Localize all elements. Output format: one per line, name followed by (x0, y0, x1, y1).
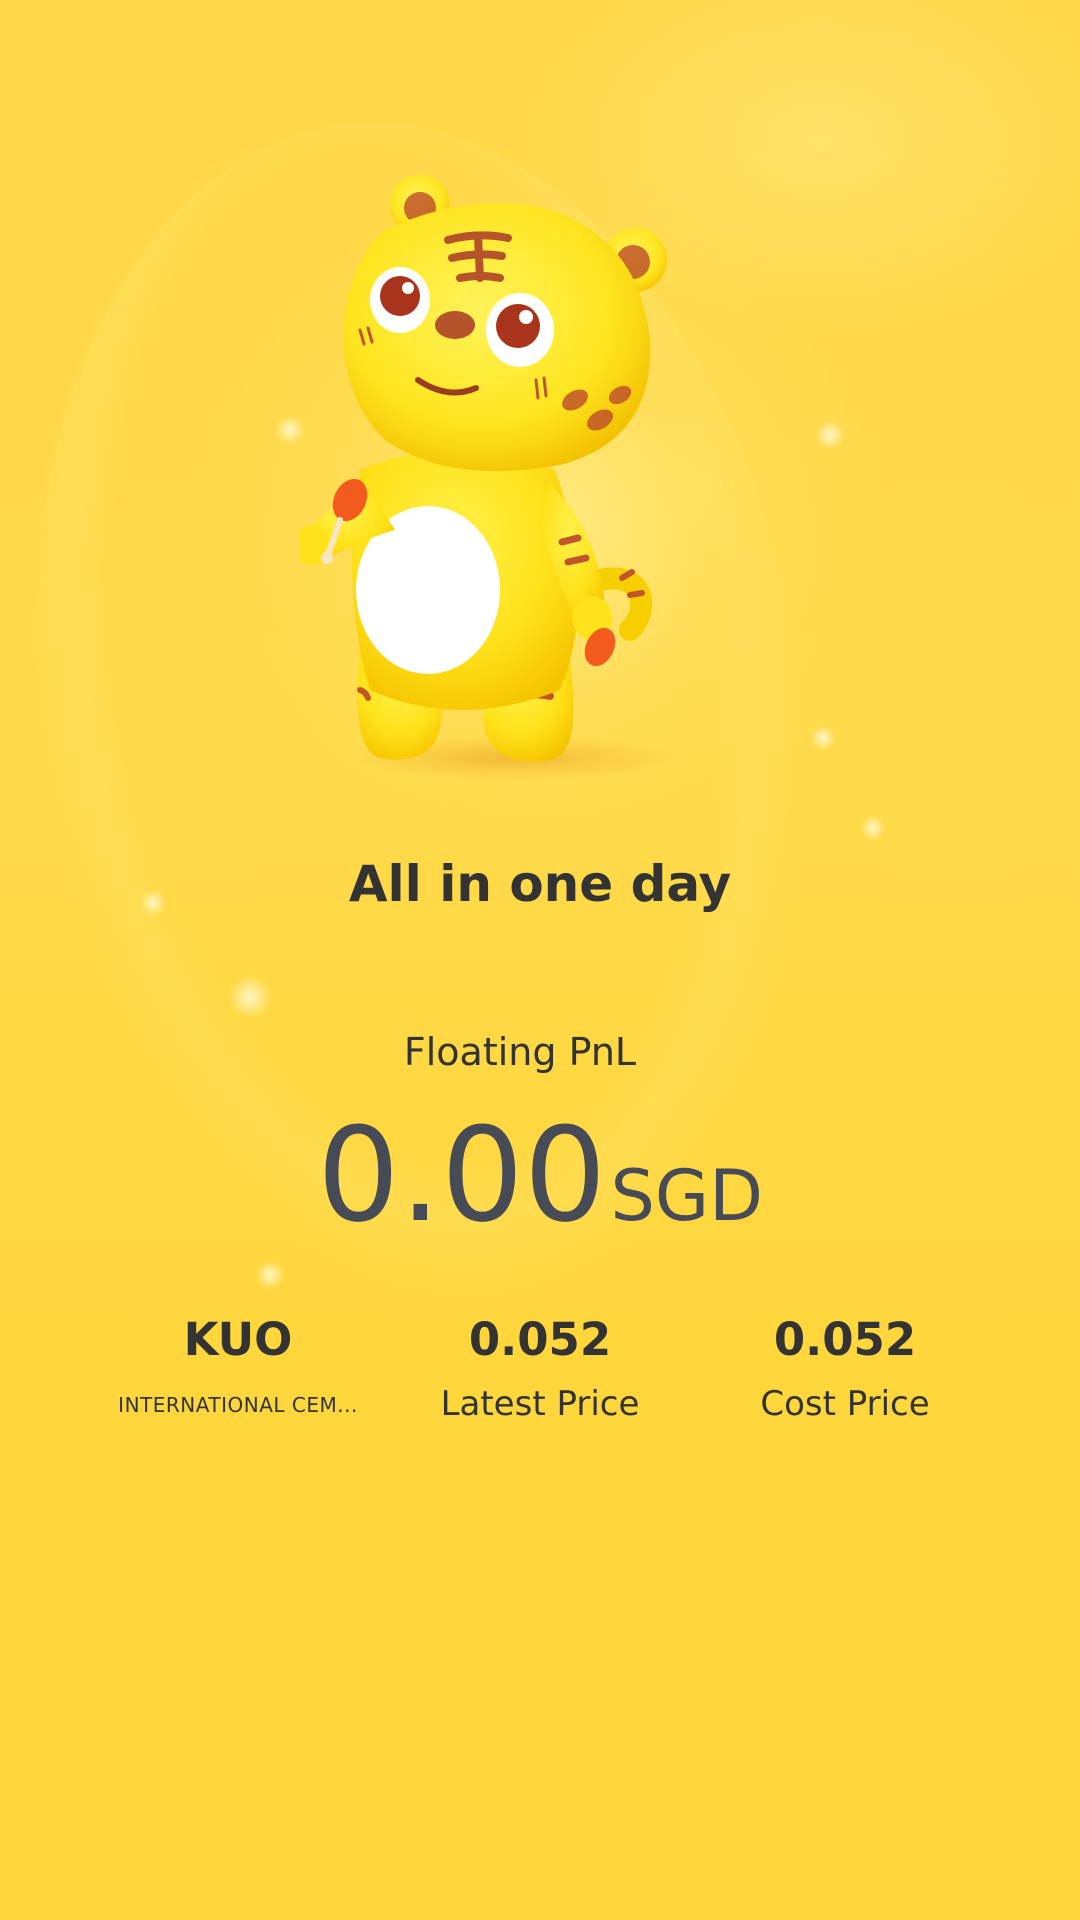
stat-latest-price: 0.052 Latest Price (375, 1310, 705, 1424)
sparkle (815, 420, 845, 450)
stock-stats: KUO INTERNATIONAL CEM... 0.052 Latest Pr… (0, 1310, 1080, 1440)
headline: All in one day (348, 855, 732, 913)
floating-pnl-label: Floating PnL (403, 1030, 637, 1074)
sparkle (255, 1260, 285, 1290)
pnl-value: 0.00 (316, 1099, 607, 1251)
floating-pnl-amount: 0.00SGD (0, 1105, 1080, 1245)
cost-price-value: 0.052 (773, 1313, 917, 1366)
cost-price-label: Cost Price (760, 1384, 930, 1424)
tiger-mascot-illustration (300, 175, 675, 780)
stat-cost-price: 0.052 Cost Price (680, 1310, 1010, 1424)
stock-name: INTERNATIONAL CEM... (118, 1393, 358, 1417)
sparkle (228, 975, 272, 1019)
pnl-currency: SGD (610, 1155, 764, 1237)
sparkle (810, 725, 836, 751)
latest-price-label: Latest Price (440, 1384, 640, 1424)
screen: All in one day Floating PnL 0.00SGD KUO … (0, 0, 1080, 1920)
stock-ticker: KUO (183, 1313, 293, 1366)
latest-price-value: 0.052 (468, 1313, 612, 1366)
stat-stock: KUO INTERNATIONAL CEM... (73, 1310, 403, 1418)
sparkle (860, 815, 886, 841)
